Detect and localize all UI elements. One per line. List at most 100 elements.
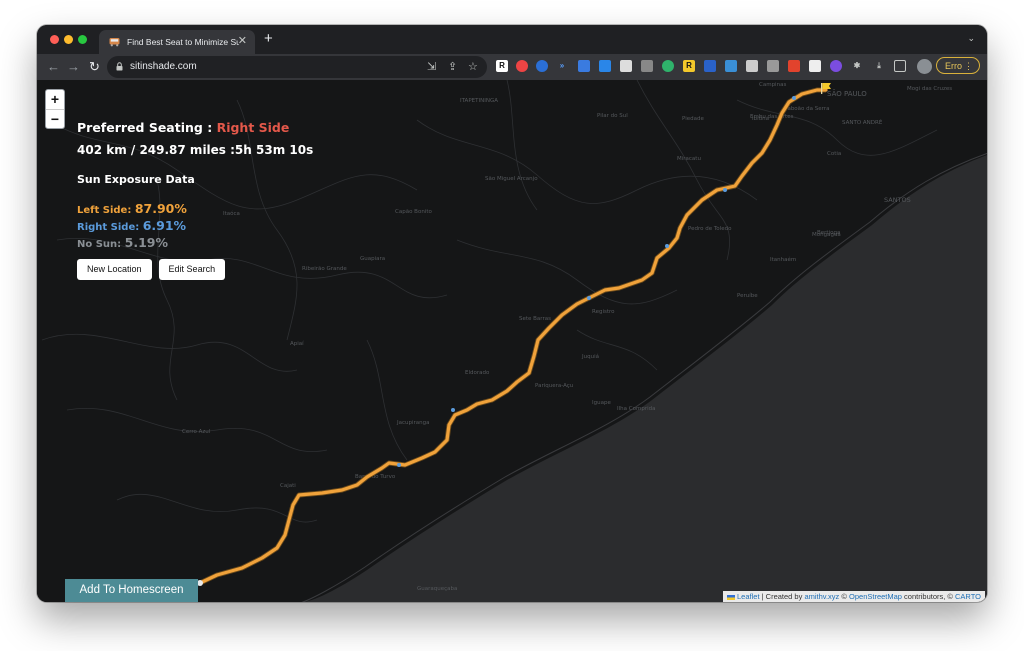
svg-text:Cajati: Cajati: [280, 483, 296, 489]
back-button[interactable]: ←: [47, 59, 60, 74]
browser-toolbar: ← → ↻ sitinshade.com ⇲ ⇪ ☆ R » R ✱ ⤓ Err…: [37, 54, 987, 80]
svg-text:São Miguel Arcanjo: São Miguel Arcanjo: [485, 176, 538, 182]
add-to-homescreen-button[interactable]: Add To Homescreen: [65, 579, 198, 602]
reload-button[interactable]: ↻: [89, 59, 100, 75]
svg-text:Piedade: Piedade: [682, 116, 704, 122]
map-page: ITAPETININGA Campinas SÃO PAULO SANTO AN…: [37, 80, 987, 602]
svg-text:Cotia: Cotia: [827, 151, 841, 157]
svg-text:Pedro de Toledo: Pedro de Toledo: [688, 226, 732, 232]
preferred-seating-label: Preferred Seating :: [77, 120, 217, 135]
extensions-puzzle-icon[interactable]: ✱: [851, 60, 863, 72]
extension-frame-icon[interactable]: [809, 60, 821, 72]
downloads-icon[interactable]: ⤓: [873, 60, 885, 72]
extension-pokeball-icon[interactable]: [516, 60, 528, 72]
edit-search-button[interactable]: Edit Search: [158, 259, 226, 280]
shade-segment-marker: [665, 244, 669, 248]
bookmark-star-icon[interactable]: ☆: [468, 60, 478, 73]
svg-text:SANTO ANDRÉ: SANTO ANDRÉ: [842, 118, 883, 126]
shade-segment-marker: [723, 188, 727, 192]
new-location-button[interactable]: New Location: [77, 259, 152, 280]
ukraine-flag-icon: [726, 594, 735, 600]
browser-menu-icon[interactable]: ⋮: [956, 58, 973, 75]
no-sun-stat: No Sun: 5.19%: [77, 235, 313, 250]
profile-error-button[interactable]: Erro ⋮: [936, 57, 980, 74]
right-side-value: 6.91%: [142, 218, 187, 233]
maximize-window-button[interactable]: [78, 35, 87, 44]
svg-text:Capão Bonito: Capão Bonito: [395, 209, 432, 215]
no-sun-label: No Sun:: [77, 239, 125, 250]
shade-segment-marker: [451, 408, 455, 412]
new-tab-button[interactable]: +: [264, 30, 273, 47]
svg-text:Pariquera-Açu: Pariquera-Açu: [535, 383, 573, 389]
svg-text:Apiaí: Apiaí: [290, 340, 304, 347]
zoom-control: + −: [45, 89, 65, 129]
preferred-seating-value: Right Side: [216, 120, 290, 135]
bus-favicon-icon: [108, 36, 120, 48]
svg-text:Embu das Artes: Embu das Artes: [750, 114, 794, 120]
svg-text:Ilha Comprida: Ilha Comprida: [617, 406, 655, 412]
zoom-out-button[interactable]: −: [46, 109, 64, 129]
install-app-icon[interactable]: ⇲: [427, 60, 436, 73]
minimize-window-button[interactable]: [64, 35, 73, 44]
svg-text:ITAPETININGA: ITAPETININGA: [460, 98, 498, 104]
left-side-value: 87.90%: [134, 201, 187, 216]
extension-diamond-icon[interactable]: [725, 60, 737, 72]
extension-download-icon[interactable]: [599, 60, 611, 72]
panel-buttons: New Location Edit Search: [77, 259, 313, 280]
close-tab-icon[interactable]: ✕: [238, 34, 247, 47]
svg-text:Campinas: Campinas: [759, 82, 786, 88]
extension-purple-icon[interactable]: [830, 60, 842, 72]
forward-button[interactable]: →: [67, 59, 80, 74]
lock-icon: [116, 62, 123, 71]
extension-window-icon[interactable]: [746, 60, 758, 72]
carto-link[interactable]: CARTO: [955, 592, 981, 601]
svg-text:Jacupiranga: Jacupiranga: [396, 420, 430, 426]
svg-text:Pilar do Sul: Pilar do Sul: [597, 113, 628, 119]
svg-text:Cerro Azul: Cerro Azul: [182, 429, 211, 435]
extension-r-yellow-icon[interactable]: R: [683, 60, 695, 72]
side-panel-icon[interactable]: [894, 60, 906, 72]
preferred-seating: Preferred Seating : Right Side: [77, 120, 313, 135]
route-end-flag-icon[interactable]: [821, 83, 832, 94]
svg-text:Mongaguá: Mongaguá: [812, 231, 841, 238]
tab-strip: Find Best Seat to Minimize Su ✕ + ⌄: [37, 25, 987, 54]
svg-text:Itanhaém: Itanhaém: [770, 256, 796, 263]
browser-tab[interactable]: Find Best Seat to Minimize Su ✕: [99, 30, 255, 54]
svg-text:SÃO PAULO: SÃO PAULO: [827, 89, 867, 98]
seat-info-panel: Preferred Seating : Right Side 402 km / …: [77, 120, 313, 280]
shade-segment-marker: [397, 463, 401, 467]
extension-r-icon[interactable]: R: [496, 60, 508, 72]
zoom-in-button[interactable]: +: [46, 90, 64, 109]
extension-shield-icon[interactable]: [536, 60, 548, 72]
svg-text:Iguape: Iguape: [592, 400, 611, 406]
right-side-label: Right Side:: [77, 222, 143, 233]
svg-text:Mogi das Cruzes: Mogi das Cruzes: [907, 86, 952, 92]
extension-pen-icon[interactable]: [620, 60, 632, 72]
extension-grammarly-icon[interactable]: [662, 60, 674, 72]
address-bar[interactable]: sitinshade.com ⇲ ⇪ ☆: [107, 56, 487, 78]
svg-text:Sete Barras: Sete Barras: [519, 316, 551, 322]
share-icon[interactable]: ⇪: [448, 60, 457, 73]
no-sun-value: 5.19%: [124, 235, 169, 250]
extension-record-icon[interactable]: [788, 60, 800, 72]
shade-segment-marker: [792, 96, 796, 100]
osm-link[interactable]: OpenStreetMap: [849, 592, 902, 601]
url-text: sitinshade.com: [130, 61, 197, 72]
extension-m-icon[interactable]: [641, 60, 653, 72]
extension-translate-icon[interactable]: [578, 60, 590, 72]
extension-b-icon[interactable]: [704, 60, 716, 72]
browser-window: Find Best Seat to Minimize Su ✕ + ⌄ ← → …: [37, 25, 987, 602]
left-side-stat: Left Side: 87.90%: [77, 201, 313, 216]
profile-avatar[interactable]: [917, 59, 932, 74]
extension-wave-icon[interactable]: »: [556, 60, 568, 72]
tab-search-chevron-icon[interactable]: ⌄: [967, 33, 975, 44]
attribution-text-1: | Created by: [759, 592, 805, 601]
extension-folder-icon[interactable]: [767, 60, 779, 72]
sun-exposure-header: Sun Exposure Data: [77, 173, 195, 186]
author-link[interactable]: amithv.xyz: [804, 592, 839, 601]
svg-text:Guaraqueçaba: Guaraqueçaba: [417, 586, 457, 592]
close-window-button[interactable]: [50, 35, 59, 44]
leaflet-link[interactable]: Leaflet: [737, 592, 760, 601]
tab-title: Find Best Seat to Minimize Su: [127, 37, 239, 47]
svg-text:SANTOS: SANTOS: [884, 196, 911, 204]
